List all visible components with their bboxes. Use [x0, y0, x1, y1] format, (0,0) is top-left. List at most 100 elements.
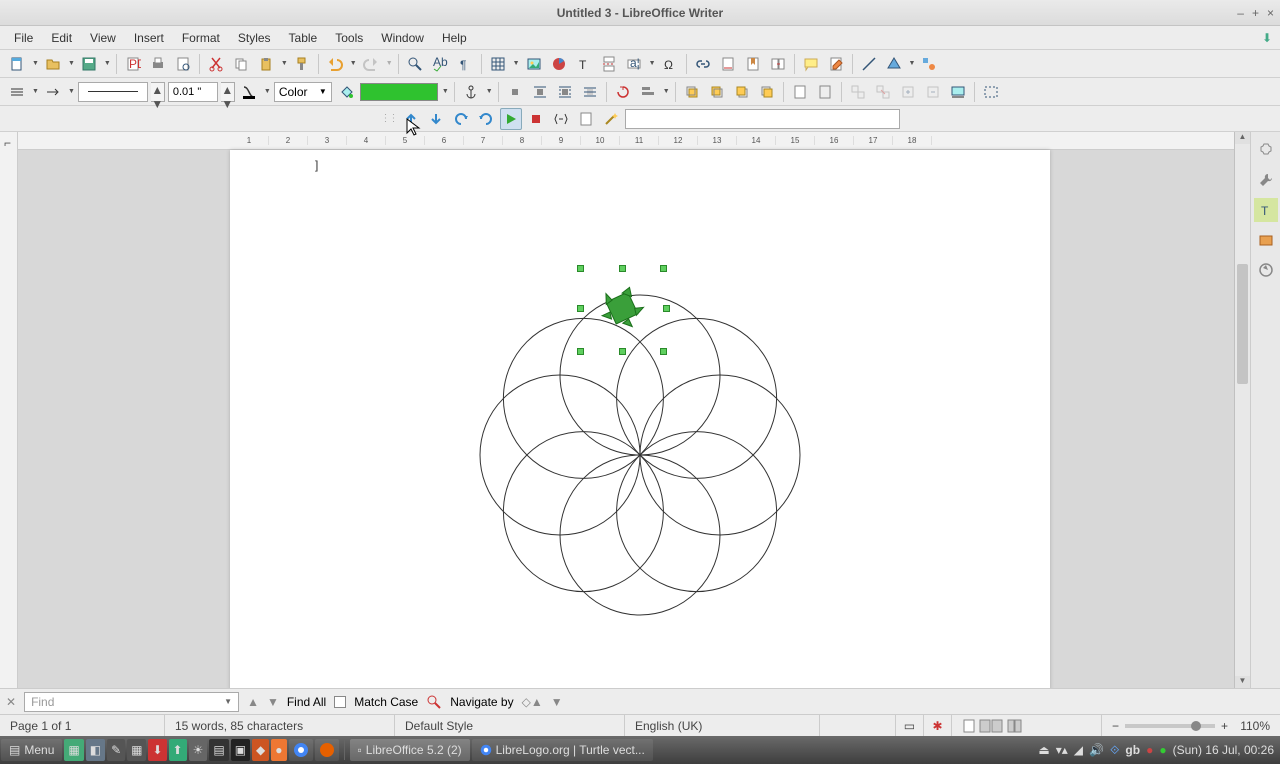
taskbar-window-libreoffice[interactable]: ▫LibreOffice 5.2 (2): [350, 739, 470, 761]
tray-keyboard-layout[interactable]: gb: [1125, 743, 1140, 757]
tray-icon[interactable]: ⏏: [1038, 743, 1049, 757]
wrap-page-button[interactable]: [529, 81, 551, 103]
taskbar-app-icon[interactable]: ☀: [189, 739, 208, 761]
align-objects-button[interactable]: [637, 81, 659, 103]
zoom-controls[interactable]: − +: [1102, 715, 1232, 736]
tray-volume-icon[interactable]: 🔊: [1089, 743, 1104, 757]
taskbar-app-icon[interactable]: ⬇: [148, 739, 166, 761]
menu-edit[interactable]: Edit: [43, 28, 80, 48]
fill-bucket-button[interactable]: [335, 81, 357, 103]
redo-button[interactable]: [360, 53, 382, 75]
line-style-select[interactable]: [78, 82, 148, 102]
field-dropdown[interactable]: ▼: [649, 60, 656, 67]
vertical-scrollbar[interactable]: ▲ ▼: [1234, 132, 1250, 688]
image-button[interactable]: [523, 53, 545, 75]
comment-button[interactable]: [800, 53, 822, 75]
menu-view[interactable]: View: [82, 28, 124, 48]
scroll-thumb[interactable]: [1237, 264, 1248, 384]
line-style-dropdown[interactable]: ▼: [32, 88, 39, 95]
fill-color-swatch[interactable]: [360, 83, 438, 101]
tray-network-icon[interactable]: ▾▴: [1056, 743, 1068, 757]
anchor-dropdown[interactable]: ▼: [486, 88, 493, 95]
forward-one-button[interactable]: [706, 81, 728, 103]
extension-icon[interactable]: ⬇: [1262, 31, 1272, 45]
tray-clock[interactable]: (Sun) 16 Jul, 00:26: [1173, 743, 1274, 757]
arrow-style-dropdown[interactable]: ▼: [68, 88, 75, 95]
selection-handle[interactable]: [619, 348, 626, 355]
chart-button[interactable]: [548, 53, 570, 75]
fill-color-dropdown[interactable]: ▼: [442, 88, 449, 95]
sidebar-styles-button[interactable]: T: [1254, 198, 1278, 222]
menu-help[interactable]: Help: [434, 28, 475, 48]
save-button[interactable]: [78, 53, 100, 75]
zoom-percent[interactable]: 110%: [1232, 715, 1280, 736]
menu-file[interactable]: File: [6, 28, 41, 48]
find-next-button[interactable]: ▼: [267, 695, 279, 709]
logo-handle-icon[interactable]: ⋮⋮: [381, 113, 397, 124]
logo-forward-button[interactable]: [400, 108, 422, 130]
line-style-button[interactable]: [6, 81, 28, 103]
taskbar-app-icon[interactable]: ●: [271, 739, 286, 761]
copy-button[interactable]: [230, 53, 252, 75]
other-options-button[interactable]: [426, 694, 442, 710]
logo-left-button[interactable]: [450, 108, 472, 130]
anchor-button[interactable]: [460, 81, 482, 103]
field-button[interactable]: a¦: [623, 53, 645, 75]
footnote-button[interactable]: [717, 53, 739, 75]
selection-handle[interactable]: [660, 265, 667, 272]
maximize-icon[interactable]: +: [1252, 6, 1259, 20]
logo-right-button[interactable]: [475, 108, 497, 130]
menu-insert[interactable]: Insert: [126, 28, 172, 48]
taskbar-app-icon[interactable]: ▤: [209, 739, 228, 761]
open-button[interactable]: [42, 53, 64, 75]
cut-button[interactable]: [205, 53, 227, 75]
wrap-off-button[interactable]: [504, 81, 526, 103]
tray-bluetooth-icon[interactable]: ⟐: [1110, 743, 1119, 758]
back-one-button[interactable]: [731, 81, 753, 103]
tray-icon[interactable]: ●: [1146, 743, 1153, 757]
rotate-button[interactable]: [612, 81, 634, 103]
status-view-layout[interactable]: [952, 715, 1102, 736]
bookmark-button[interactable]: [742, 53, 764, 75]
selection-handle[interactable]: [577, 348, 584, 355]
taskbar-terminal-icon[interactable]: ▣: [231, 739, 250, 761]
arrow-style-button[interactable]: [42, 81, 64, 103]
frame-props-button[interactable]: [980, 81, 1002, 103]
minimize-icon[interactable]: –: [1237, 6, 1244, 20]
sidebar-navigator-button[interactable]: [1254, 258, 1278, 282]
logo-home-button[interactable]: [550, 108, 572, 130]
taskbar-window-browser[interactable]: LibreLogo.org | Turtle vect...: [472, 739, 653, 761]
logo-clear-button[interactable]: [575, 108, 597, 130]
enter-group-button[interactable]: [897, 81, 919, 103]
send-back-button[interactable]: [756, 81, 778, 103]
sidebar-wrench-button[interactable]: [1254, 168, 1278, 192]
find-prev-button[interactable]: ▲: [247, 695, 259, 709]
selection-handle[interactable]: [663, 305, 670, 312]
shapes-dropdown[interactable]: ▼: [909, 60, 916, 67]
align-objects-dropdown[interactable]: ▼: [663, 88, 670, 95]
status-insert-mode[interactable]: [820, 715, 896, 736]
group-button[interactable]: [847, 81, 869, 103]
selection-handle[interactable]: [577, 265, 584, 272]
line-width-spinner[interactable]: ▲▼: [221, 82, 235, 102]
line-style-spinner[interactable]: ▲▼: [151, 82, 165, 102]
cross-ref-button[interactable]: [767, 53, 789, 75]
selection-handle[interactable]: [619, 265, 626, 272]
menu-tools[interactable]: Tools: [327, 28, 371, 48]
menu-window[interactable]: Window: [373, 28, 432, 48]
wrap-optimal-button[interactable]: [554, 81, 576, 103]
status-language[interactable]: English (UK): [625, 715, 820, 736]
save-dropdown[interactable]: ▼: [104, 60, 111, 67]
tray-wifi-icon[interactable]: ◢: [1074, 743, 1083, 757]
taskbar-firefox-icon[interactable]: [315, 739, 339, 761]
sidebar-gallery-button[interactable]: [1254, 228, 1278, 252]
new-doc-button[interactable]: [6, 53, 28, 75]
print-preview-button[interactable]: [172, 53, 194, 75]
nav-next-button[interactable]: ▼: [551, 695, 563, 709]
logo-back-button[interactable]: [425, 108, 447, 130]
start-menu-button[interactable]: ▤Menu: [1, 739, 62, 761]
match-case-checkbox[interactable]: [334, 696, 346, 708]
line-button[interactable]: [858, 53, 880, 75]
logo-run-button[interactable]: [500, 108, 522, 130]
line-color-dropdown[interactable]: ▼: [264, 88, 271, 95]
